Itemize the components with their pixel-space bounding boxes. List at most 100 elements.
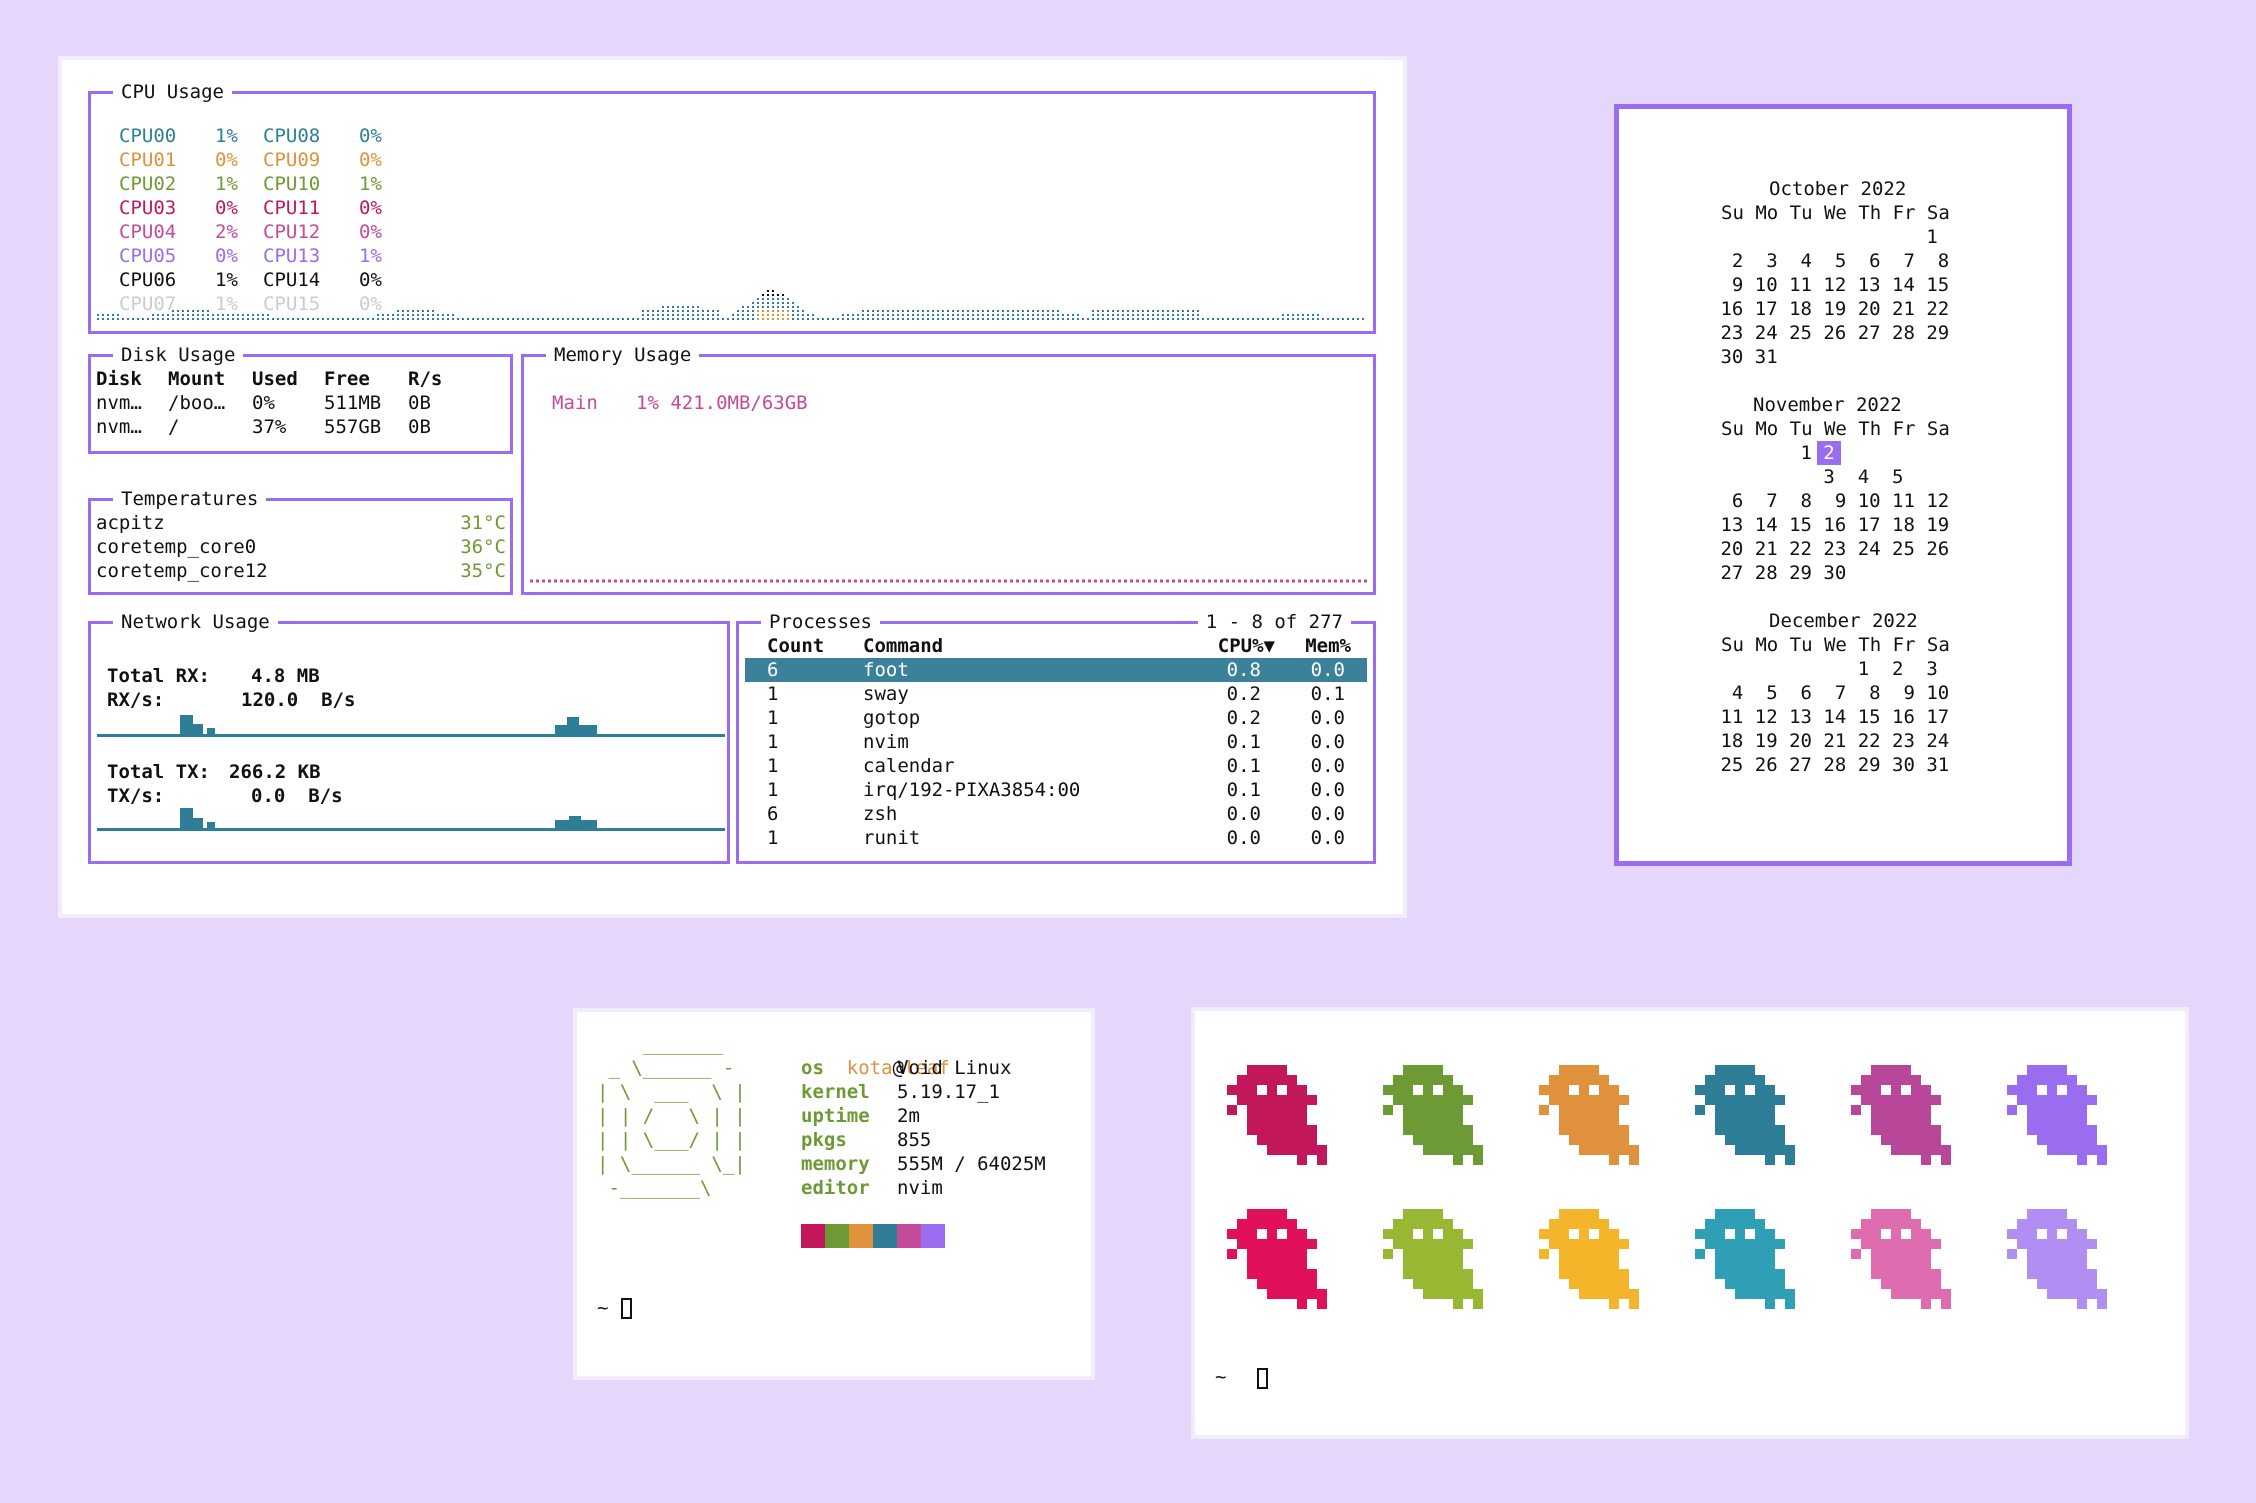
cpu-graph-dot xyxy=(1022,314,1024,316)
cpu-graph-dot xyxy=(417,314,419,316)
process-header-mem[interactable]: Mem% xyxy=(1305,634,1351,658)
process-row[interactable]: 1 sway 0.2 0.1 xyxy=(745,682,1367,706)
terminal-cursor[interactable] xyxy=(621,1298,632,1319)
cpu-graph-dot xyxy=(1237,318,1239,320)
process-row[interactable]: 6 zsh 0.0 0.0 xyxy=(745,802,1367,826)
process-row[interactable]: 1 gotop 0.2 0.0 xyxy=(745,706,1367,730)
calendar-month-title: December 2022 xyxy=(1769,610,1918,632)
process-header-cpu[interactable]: CPU%▼ xyxy=(1218,634,1275,658)
cpu-graph xyxy=(97,290,1364,320)
cpu-graph-dot xyxy=(107,318,109,320)
process-header-count[interactable]: Count xyxy=(767,634,824,658)
cpu-graph-dot xyxy=(462,318,464,320)
cpu-graph-dot xyxy=(677,306,679,308)
calendar-week-row: 9 10 11 12 13 14 15 xyxy=(1709,274,1950,296)
gotop-window[interactable]: CPU Usage CPU00 1% CPU01 0% CPU02 1% CPU03 0% CP… xyxy=(58,56,1407,918)
process-command: zsh xyxy=(863,803,898,825)
cpu-graph-dot xyxy=(702,318,704,320)
cpu-graph-dot xyxy=(737,310,739,312)
cpu-graph-dot xyxy=(702,310,704,312)
cpu-graph-dot xyxy=(1047,318,1049,320)
ghost-sprite xyxy=(1227,1209,1327,1309)
cpu-graph-dot xyxy=(1307,318,1309,320)
cpu-graph-dot xyxy=(867,310,869,312)
cpu-graph-dot xyxy=(587,318,589,320)
cpu-graph-dot xyxy=(887,310,889,312)
processes-range: 1 - 8 of 277 xyxy=(1197,610,1351,634)
ghost-sprite xyxy=(1851,1065,1951,1165)
process-row[interactable]: 6 foot 0.8 0.0 xyxy=(745,658,1367,682)
process-row[interactable]: 1 irq/192-PIXA3854:00 0.1 0.0 xyxy=(745,778,1367,802)
cpu-graph-dot xyxy=(877,314,879,316)
cpu-graph-dot xyxy=(1222,318,1224,320)
cpu-graph-dot xyxy=(1092,310,1094,312)
cpu-graph-dot xyxy=(1122,318,1124,320)
process-row[interactable]: 1 runit 0.0 0.0 xyxy=(745,826,1367,850)
cpu-graph-dot xyxy=(807,314,809,316)
cpu-graph-dot xyxy=(162,314,164,316)
cpu-graph-dot xyxy=(402,314,404,316)
cpu-graph-dot xyxy=(892,318,894,320)
cpu-graph-dot xyxy=(1037,310,1039,312)
cpu-graph-dot xyxy=(1047,314,1049,316)
cpu-graph-dot xyxy=(1302,314,1304,316)
cpu-graph-dot xyxy=(117,314,119,316)
calendar-weekday-header: Su Mo Tu We Th Fr Sa xyxy=(1721,418,1950,440)
tx-spark-bar xyxy=(581,820,597,828)
cpu-graph-dot xyxy=(957,318,959,320)
cpu-graph-dot xyxy=(942,310,944,312)
disk-usage-panel: Disk Usage Disk Mount Used Free R/s nvm… /boo…… xyxy=(88,343,513,454)
process-count: 1 xyxy=(767,731,779,753)
fetch-field-key: os xyxy=(801,1057,824,1079)
cpu-graph-dot xyxy=(377,318,379,320)
calendar-week-row: 23 24 25 26 27 28 29 xyxy=(1709,322,1950,344)
cpu-graph-dot xyxy=(687,310,689,312)
cpu-graph-dot xyxy=(1167,314,1169,316)
calendar-week-row: 4 5 6 7 8 9 10 xyxy=(1709,682,1950,704)
cpu-graph-dot xyxy=(877,318,879,320)
cpu-graph-dot xyxy=(792,318,794,320)
cpu-graph-dot xyxy=(742,306,744,308)
cpu-graph-dot xyxy=(952,318,954,320)
fetch-terminal-window[interactable]: _______ _ \______ - | \ ___ \ | | | / \ | … xyxy=(573,1008,1095,1380)
cpu-graph-dot xyxy=(297,318,299,320)
process-header-command[interactable]: Command xyxy=(863,634,943,658)
temp-sensor-value: 36°C xyxy=(460,536,506,558)
cpu-graph-dot xyxy=(797,306,799,308)
ghosts-terminal-window[interactable]: ~ xyxy=(1191,1007,2189,1439)
cpu-graph-dot xyxy=(237,314,239,316)
process-row[interactable]: 1 nvim 0.1 0.0 xyxy=(745,730,1367,754)
cpu-graph-dot xyxy=(662,314,664,316)
cpu-graph-dot xyxy=(647,314,649,316)
calendar-window[interactable]: October 2022 Su Mo Tu We Th Fr Sa 1 2 3 4… xyxy=(1614,104,2072,866)
cpu-graph-dot xyxy=(847,314,849,316)
cpu-graph-dot xyxy=(172,310,174,312)
cpu-graph-dot xyxy=(617,318,619,320)
cpu-graph-dot xyxy=(842,314,844,316)
cpu-graph-dot xyxy=(1362,318,1364,320)
cpu-graph-dot xyxy=(1027,318,1029,320)
terminal-cursor[interactable] xyxy=(1257,1368,1268,1389)
cpu-graph-dot xyxy=(907,310,909,312)
cpu-graph-dot xyxy=(662,306,664,308)
ghost-sprite xyxy=(1383,1065,1483,1165)
cpu-graph-dot xyxy=(717,310,719,312)
cpu-graph-dot xyxy=(1247,318,1249,320)
cpu-graph-dot xyxy=(572,318,574,320)
void-logo-line: | | / \ | | xyxy=(597,1105,746,1127)
cpu-graph-dot xyxy=(787,314,789,316)
tx-spark-bar xyxy=(569,816,581,828)
cpu-graph-dot xyxy=(1172,310,1174,312)
cpu-graph-dot xyxy=(1022,318,1024,320)
cpu-graph-dot xyxy=(687,306,689,308)
cpu-graph-dot xyxy=(1292,314,1294,316)
cpu-graph-dot xyxy=(772,294,774,296)
cpu-graph-dot xyxy=(1282,314,1284,316)
calendar-today[interactable]: 2 xyxy=(1817,441,1841,465)
cpu-graph-dot xyxy=(1002,318,1004,320)
disk-cell: / xyxy=(168,416,180,438)
process-row[interactable]: 1 calendar 0.1 0.0 xyxy=(745,754,1367,778)
cpu-graph-dot xyxy=(247,318,249,320)
cpu-graph-dot xyxy=(852,318,854,320)
cpu-graph-dot xyxy=(782,294,784,296)
